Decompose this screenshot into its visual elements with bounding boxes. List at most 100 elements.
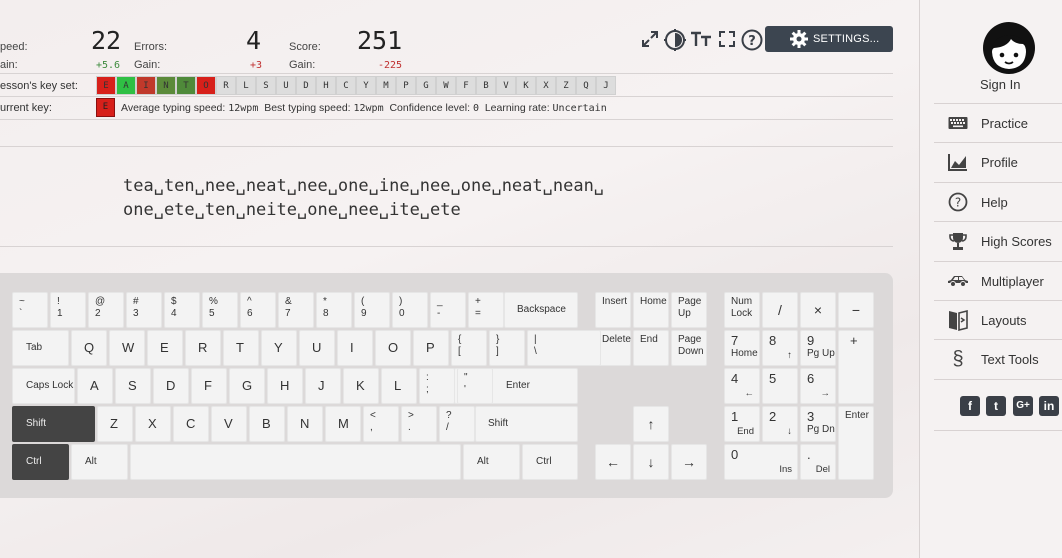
keyset-key[interactable]: V bbox=[496, 76, 516, 95]
key-sublabel: [ bbox=[458, 346, 461, 357]
help-icon[interactable]: ? bbox=[741, 29, 763, 51]
key-label: ( bbox=[361, 296, 365, 307]
key-num-3: 3 Pg Dn bbox=[800, 406, 836, 442]
keyset-key[interactable]: T bbox=[176, 76, 196, 95]
key-label: ↑ bbox=[647, 416, 655, 432]
facebook-icon[interactable]: f bbox=[960, 396, 980, 416]
keyset-key[interactable]: N bbox=[156, 76, 176, 95]
keyset-key[interactable]: P bbox=[396, 76, 416, 95]
sidebar-item-practice[interactable]: Practice bbox=[934, 103, 1062, 142]
key-label: U bbox=[312, 340, 322, 355]
current-key-badge: E bbox=[96, 98, 115, 117]
key-letter: T bbox=[223, 330, 259, 366]
key-sublabel: Pg Up bbox=[807, 348, 835, 359]
keyset-key[interactable]: C bbox=[336, 76, 356, 95]
key-arrow-left: ← bbox=[595, 444, 631, 480]
key-sublabel: 6 bbox=[247, 308, 253, 319]
keyset-key[interactable]: Y bbox=[356, 76, 376, 95]
key-label: N bbox=[300, 416, 310, 431]
key-letter: U bbox=[299, 330, 335, 366]
key-letter: Q bbox=[71, 330, 107, 366]
keyset-key[interactable]: W bbox=[436, 76, 456, 95]
keyset-key[interactable]: D bbox=[296, 76, 316, 95]
key-ctrl-right: Ctrl bbox=[522, 444, 578, 480]
google-plus-icon[interactable]: G+ bbox=[1013, 396, 1033, 416]
keyset-key[interactable]: U bbox=[276, 76, 296, 95]
sidebar-item-high-scores[interactable]: High Scores bbox=[934, 221, 1062, 260]
keyset-key[interactable]: A bbox=[116, 76, 136, 95]
sidebar-item-layouts[interactable]: Layouts bbox=[934, 300, 1062, 339]
sidebar-item-label: Layouts bbox=[981, 312, 1027, 328]
keyset-key[interactable]: I bbox=[136, 76, 156, 95]
key-label: X bbox=[148, 416, 157, 431]
key-label: Tab bbox=[26, 342, 43, 353]
key-letter: C bbox=[173, 406, 209, 442]
key-num-6: 6 → bbox=[800, 368, 836, 404]
lesson-text[interactable]: tea␣ten␣nee␣neat␣nee␣one␣ine␣nee␣one␣nea… bbox=[123, 174, 843, 222]
key-sublabel: 3 bbox=[133, 308, 139, 319]
key-label: S bbox=[128, 378, 137, 393]
key-label: $ bbox=[171, 296, 177, 307]
twitter-icon[interactable]: t bbox=[986, 396, 1006, 416]
key-numlock: Num Lock bbox=[724, 292, 760, 328]
linkedin-icon[interactable]: in bbox=[1039, 396, 1059, 416]
keyset-key[interactable]: X bbox=[536, 76, 556, 95]
learning-rate-label: Learning rate: bbox=[484, 102, 550, 114]
key-label: < bbox=[370, 410, 376, 421]
score-gain-label: Gain: bbox=[289, 59, 316, 71]
sidebar-item-help[interactable]: ? Help bbox=[934, 182, 1062, 221]
key-label: ^ bbox=[247, 296, 252, 307]
keyset-key[interactable]: S bbox=[256, 76, 276, 95]
expand-icon[interactable] bbox=[639, 29, 661, 51]
key-num-4: 4 ← bbox=[724, 368, 760, 404]
keyset-key[interactable]: K bbox=[516, 76, 536, 95]
key-insert: Insert bbox=[595, 292, 631, 328]
key-label: Shift bbox=[488, 418, 509, 429]
key-label: − bbox=[851, 302, 861, 318]
keyset-key[interactable]: G bbox=[416, 76, 436, 95]
key-label: Shift bbox=[26, 418, 47, 429]
keyset-key[interactable]: J bbox=[596, 76, 616, 95]
key-arrow-right: → bbox=[671, 444, 707, 480]
keyset-key[interactable]: B bbox=[476, 76, 496, 95]
keyset-key[interactable]: R bbox=[216, 76, 236, 95]
avg-speed-label: Average typing speed: bbox=[121, 102, 226, 114]
keyset-key[interactable]: Q bbox=[576, 76, 596, 95]
errors-gain: +3 bbox=[250, 60, 263, 71]
keyset-key[interactable]: L bbox=[236, 76, 256, 95]
sidebar-item-profile[interactable]: Profile bbox=[934, 142, 1062, 181]
key-num-8: 8 ↑ bbox=[762, 330, 798, 366]
text-size-icon[interactable] bbox=[690, 29, 712, 51]
key-letter: D bbox=[153, 368, 189, 404]
key-row1: * 8 bbox=[316, 292, 352, 328]
theme-icon[interactable] bbox=[664, 29, 686, 51]
key-num-2: 2 ↓ bbox=[762, 406, 798, 442]
key-symbol: >. bbox=[401, 406, 437, 442]
keyset-key[interactable]: O bbox=[196, 76, 216, 95]
fullscreen-icon[interactable] bbox=[716, 29, 738, 51]
key-sublabel: ` bbox=[19, 308, 23, 319]
key-label: > bbox=[408, 410, 414, 421]
sidebar-item-multiplayer[interactable]: Multiplayer bbox=[934, 261, 1062, 300]
key-label: | bbox=[534, 334, 537, 345]
sign-in-link[interactable]: Sign In bbox=[980, 77, 1020, 92]
keyset-key[interactable]: E bbox=[96, 76, 116, 95]
keyset-key[interactable]: Z bbox=[556, 76, 576, 95]
keyset-key[interactable]: M bbox=[376, 76, 396, 95]
key-letter: R bbox=[185, 330, 221, 366]
learning-rate-value: Uncertain bbox=[552, 103, 607, 114]
key-label: & bbox=[285, 296, 292, 307]
keyset-key[interactable]: H bbox=[316, 76, 336, 95]
key-label: + bbox=[475, 296, 481, 307]
key-label: ! bbox=[57, 296, 60, 307]
settings-button[interactable]: SETTINGS... bbox=[765, 26, 893, 52]
avatar-icon[interactable] bbox=[983, 22, 1035, 74]
sidebar-item-text-tools[interactable]: § Text Tools bbox=[934, 339, 1062, 378]
key-label: ) bbox=[399, 296, 403, 307]
key-label: T bbox=[236, 340, 244, 355]
keyset-key[interactable]: F bbox=[456, 76, 476, 95]
key-sublabel: 1 bbox=[57, 308, 63, 319]
key-label: K bbox=[356, 378, 365, 393]
key-label: → bbox=[682, 454, 696, 470]
key-sublabel: ← bbox=[744, 388, 755, 399]
